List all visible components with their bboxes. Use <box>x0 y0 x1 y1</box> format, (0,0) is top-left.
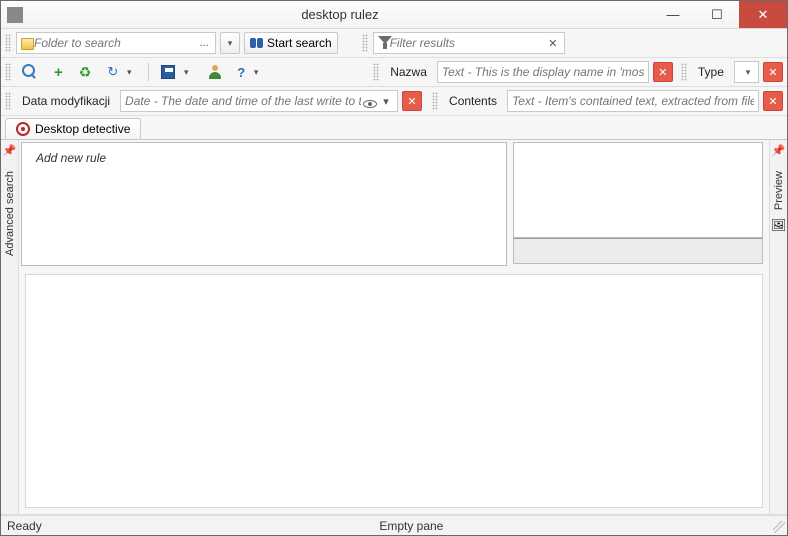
toolbar-grip[interactable] <box>681 63 687 81</box>
filter-input[interactable] <box>390 36 545 50</box>
zoom-button[interactable] <box>16 61 44 83</box>
status-message: Empty pane <box>42 519 781 533</box>
date-dropdown-button[interactable]: ▾ <box>379 93 393 109</box>
recycle-icon: ♻ <box>79 64 92 81</box>
date-picker-button[interactable] <box>363 93 377 109</box>
funnel-icon <box>378 36 390 50</box>
filter-field[interactable]: ✕ <box>373 32 565 54</box>
close-button[interactable]: ✕ <box>739 1 787 28</box>
tab-label: Desktop detective <box>35 122 130 136</box>
status-bar: Ready Empty pane <box>1 515 787 535</box>
pin-icon[interactable]: 📌 <box>772 144 786 157</box>
center-panel: Add new rule <box>19 140 769 514</box>
window-controls: — ☐ ✕ <box>651 1 787 28</box>
name-field[interactable] <box>437 61 649 83</box>
tab-strip: Desktop detective <box>1 116 787 140</box>
minimize-button[interactable]: — <box>651 1 695 28</box>
toolbar-grip[interactable] <box>432 92 438 110</box>
refresh-icon: ↻ <box>107 64 118 80</box>
advanced-search-tab[interactable]: Advanced search <box>4 167 16 260</box>
plus-icon: + <box>54 65 63 80</box>
window-title: desktop rulez <box>29 7 651 22</box>
folder-browse-button[interactable]: ... <box>197 35 211 51</box>
separator <box>148 63 149 81</box>
contents-clear-button[interactable]: ✕ <box>763 91 783 111</box>
chevron-down-icon: ▾ <box>741 67 755 78</box>
main-area: 📌 Advanced search Add new rule 📌 Preview… <box>1 140 787 515</box>
status-ready: Ready <box>7 519 42 533</box>
toolbar-columns: Data modyfikacji ▾ ✕ Contents ✕ <box>1 87 787 116</box>
toolbar-grip[interactable] <box>362 34 368 52</box>
recycle-button[interactable]: ♻ <box>73 61 98 83</box>
contents-input[interactable] <box>512 94 754 108</box>
add-rule-link[interactable]: Add new rule <box>36 151 492 165</box>
help-icon: ? <box>237 65 245 80</box>
start-search-button[interactable]: Start search <box>244 32 338 54</box>
folder-history-dropdown[interactable]: ▾ <box>220 32 240 54</box>
type-clear-button[interactable]: ✕ <box>763 62 783 82</box>
resize-grip[interactable] <box>773 521 785 533</box>
folder-field[interactable]: ... <box>16 32 216 54</box>
app-icon <box>7 7 23 23</box>
save-button[interactable]: ▾ <box>155 61 199 83</box>
tab-desktop-detective[interactable]: Desktop detective <box>5 118 141 139</box>
preview-tab[interactable]: Preview <box>773 167 785 214</box>
left-sidebar: 📌 Advanced search <box>1 140 19 514</box>
type-combo[interactable]: ▾ <box>734 61 759 83</box>
toolbar-grip[interactable] <box>5 63 11 81</box>
folder-input[interactable] <box>34 36 195 50</box>
upper-panels: Add new rule <box>19 140 769 268</box>
user-icon <box>209 65 221 79</box>
folder-icon <box>21 38 34 50</box>
help-button[interactable]: ?▾ <box>231 61 269 83</box>
date-input[interactable] <box>125 94 361 108</box>
column-date-label: Data modyfikacji <box>16 94 116 108</box>
binoculars-icon <box>250 38 263 48</box>
start-search-label: Start search <box>267 36 332 50</box>
title-bar: desktop rulez — ☐ ✕ <box>1 1 787 29</box>
contents-field[interactable] <box>507 90 759 112</box>
column-contents-label: Contents <box>443 94 503 108</box>
maximize-button[interactable]: ☐ <box>695 1 739 28</box>
add-button[interactable]: + <box>48 61 69 83</box>
filter-clear-button[interactable]: ✕ <box>546 35 560 51</box>
eye-icon <box>363 100 377 108</box>
date-field[interactable]: ▾ <box>120 90 398 112</box>
toolbar-grip[interactable] <box>373 63 379 81</box>
date-clear-button[interactable]: ✕ <box>402 91 422 111</box>
toolbar-search: ... ▾ Start search ✕ <box>1 29 787 58</box>
preview-icon: 🖼 <box>771 218 786 232</box>
pin-icon[interactable]: 📌 <box>3 144 17 157</box>
results-pane <box>25 274 763 508</box>
user-button[interactable] <box>203 61 227 83</box>
toolbar-actions: + ♻ ↻▾ ▾ ?▾ Nazwa ✕ Type ▾ ✕ <box>1 58 787 87</box>
toolbar-grip[interactable] <box>5 34 11 52</box>
preview-column <box>513 142 763 266</box>
magnifier-icon <box>22 64 38 80</box>
name-input[interactable] <box>442 65 644 79</box>
target-icon <box>16 122 30 136</box>
toolbar-grip[interactable] <box>5 92 11 110</box>
column-type-label: Type <box>692 65 730 79</box>
right-sidebar: 📌 Preview 🖼 <box>769 140 787 514</box>
rules-panel: Add new rule <box>21 142 507 266</box>
preview-footer <box>513 238 763 264</box>
name-clear-button[interactable]: ✕ <box>653 62 673 82</box>
refresh-button[interactable]: ↻▾ <box>101 61 142 83</box>
save-icon <box>161 65 175 79</box>
column-name-label: Nazwa <box>384 65 433 79</box>
preview-pane <box>513 142 763 238</box>
